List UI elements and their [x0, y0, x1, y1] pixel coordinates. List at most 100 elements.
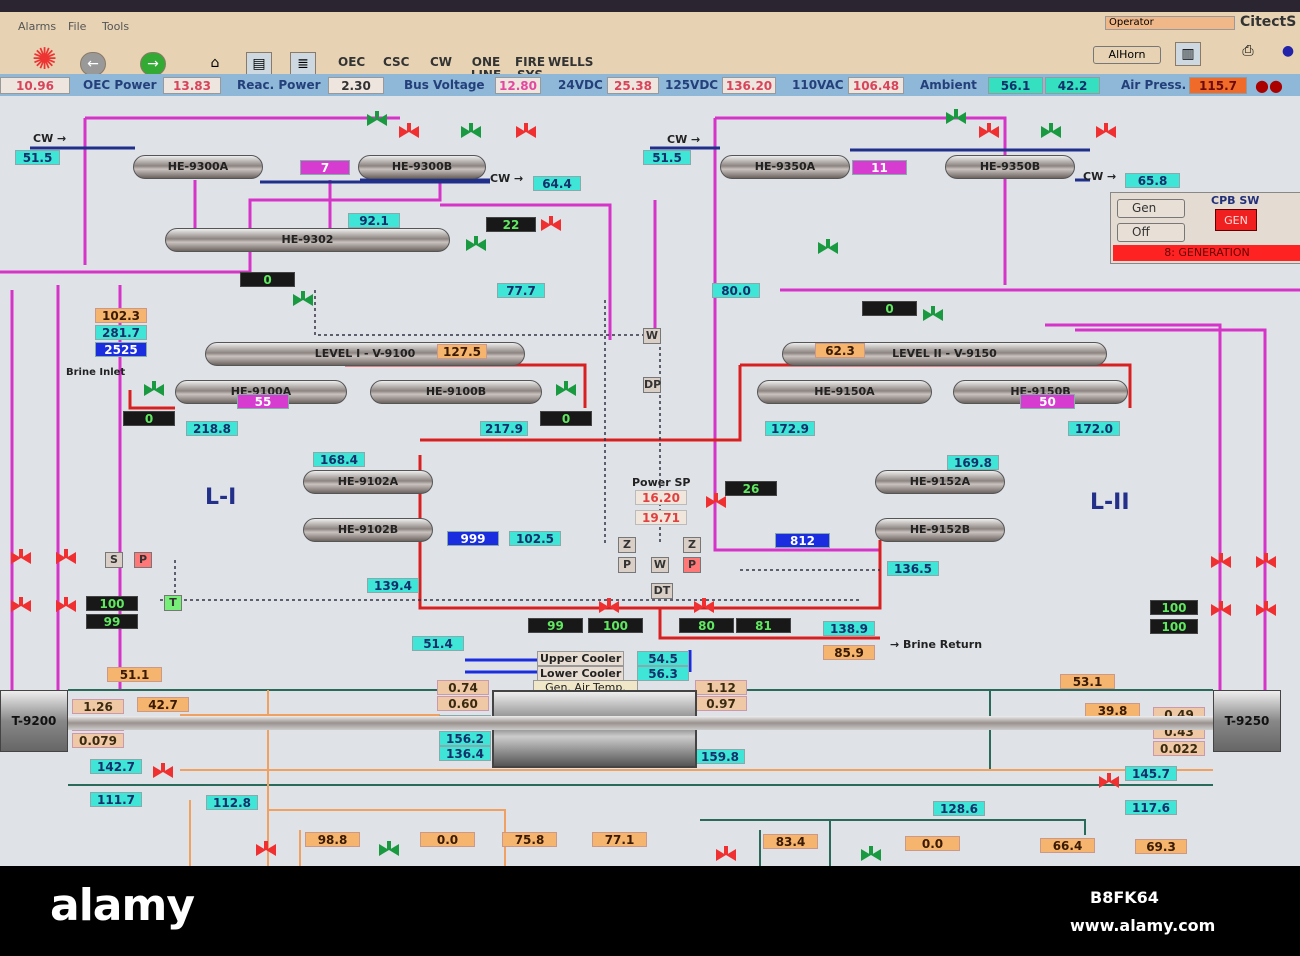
heat-exchanger[interactable]: HE-9152A [875, 470, 1005, 494]
heat-exchanger[interactable]: HE-9102B [303, 518, 433, 542]
valve-icon[interactable] [715, 845, 737, 863]
valve-icon[interactable] [10, 596, 32, 614]
upper-cooler-label: Upper Cooler [537, 651, 625, 666]
valve-icon[interactable] [143, 380, 165, 398]
cw-label: CW → [1083, 170, 1117, 183]
valve-icon[interactable] [465, 235, 487, 253]
reading-value: 217.9 [480, 421, 528, 436]
reading-value: 136.5 [887, 561, 939, 576]
valve-icon[interactable] [705, 492, 727, 510]
valve-icon[interactable] [817, 238, 839, 256]
reading-value: 51.5 [643, 150, 691, 165]
reading-value: 0.0 [420, 832, 475, 847]
reading-value: 98.8 [305, 832, 360, 847]
control-box[interactable]: Z [683, 537, 701, 553]
turbine-t9200[interactable]: T-9200 [0, 690, 68, 752]
control-box[interactable]: P [134, 552, 152, 568]
valve-icon[interactable] [378, 840, 400, 858]
control-box[interactable]: W [651, 557, 669, 573]
valve-icon[interactable] [1040, 122, 1062, 140]
reading-value: 145.7 [1125, 766, 1177, 781]
heat-exchanger[interactable]: HE-9350A [720, 155, 850, 179]
reading-value: 0.60 [437, 696, 489, 711]
reading-value: 0 [240, 272, 295, 287]
brine-inlet-label: Brine Inlet [66, 367, 126, 378]
valve-icon[interactable] [1210, 552, 1232, 570]
valve-icon[interactable] [292, 290, 314, 308]
alamy-logo: alamy [50, 880, 195, 931]
valve-icon[interactable] [460, 122, 482, 140]
valve-icon[interactable] [540, 215, 562, 233]
heat-exchanger[interactable]: HE-9300B [358, 155, 486, 179]
heat-exchanger[interactable]: HE-9302 [165, 228, 450, 252]
reading-value: 42.7 [137, 697, 189, 712]
reading-value: 218.8 [186, 421, 238, 436]
reading-value: 99 [528, 618, 583, 633]
reading-value: 26 [725, 481, 777, 496]
reading-value: 0 [540, 411, 592, 426]
valve-icon[interactable] [515, 122, 537, 140]
valve-icon[interactable] [860, 845, 882, 863]
valve-icon[interactable] [922, 305, 944, 323]
brine-return-label: → Brine Return [890, 638, 983, 651]
reading-value: 77.1 [592, 832, 647, 847]
reading-value: 999 [447, 531, 499, 546]
reading-value: 172.0 [1068, 421, 1120, 436]
valve-icon[interactable] [1210, 600, 1232, 618]
control-box[interactable]: W [643, 328, 661, 344]
reading-value: 53.1 [1060, 674, 1115, 689]
valve-icon[interactable] [1255, 552, 1277, 570]
heat-exchanger[interactable]: HE-9102A [303, 470, 433, 494]
reading-value: 62.3 [815, 343, 865, 358]
control-box[interactable]: P [618, 557, 636, 573]
heat-exchanger[interactable]: HE-9152B [875, 518, 1005, 542]
valve-icon[interactable] [55, 548, 77, 566]
control-box[interactable]: DP [643, 377, 661, 393]
reading-value: 100 [1150, 619, 1198, 634]
turbine-t9250[interactable]: T-9250 [1213, 690, 1281, 752]
reading-value: 0.97 [695, 696, 747, 711]
control-box[interactable]: DT [651, 583, 673, 599]
reading-value: 100 [588, 618, 643, 633]
reading-value: 64.4 [533, 176, 581, 191]
valve-icon[interactable] [55, 596, 77, 614]
lower-cooler-label: Lower Cooler [537, 666, 625, 681]
reading-value: 83.4 [763, 834, 818, 849]
valve-icon[interactable] [366, 110, 388, 128]
valve-icon[interactable] [555, 380, 577, 398]
reading-value: 11 [852, 160, 907, 175]
control-box[interactable]: P [683, 557, 701, 573]
valve-icon[interactable] [255, 840, 277, 858]
reading-value: 2525 [95, 342, 147, 357]
reading-value: 281.7 [95, 325, 147, 340]
reading-value: 0.0 [905, 836, 960, 851]
control-box[interactable]: Z [618, 537, 636, 553]
cw-label: CW → [33, 132, 67, 145]
valve-icon[interactable] [1098, 772, 1120, 790]
valve-icon[interactable] [1255, 600, 1277, 618]
off-button[interactable]: Off [1117, 223, 1185, 242]
valve-icon[interactable] [398, 122, 420, 140]
heat-exchanger[interactable]: HE-9100B [370, 380, 542, 404]
watermark-banner: alamy B8FK64 www.alamy.com [0, 866, 1300, 956]
reading-value: 812 [775, 533, 830, 548]
reading-value: 92.1 [348, 213, 400, 228]
valve-icon[interactable] [10, 548, 32, 566]
valve-icon[interactable] [693, 597, 715, 615]
control-box[interactable]: S [105, 552, 123, 568]
control-box[interactable]: T [164, 595, 182, 611]
valve-icon[interactable] [152, 762, 174, 780]
valve-icon[interactable] [1095, 122, 1117, 140]
watermark-id: B8FK64 [1090, 888, 1159, 907]
valve-icon[interactable] [598, 597, 620, 615]
heat-exchanger[interactable]: HE-9350B [945, 155, 1075, 179]
reading-value: 66.4 [1040, 838, 1095, 853]
valve-icon[interactable] [945, 108, 967, 126]
heat-exchanger[interactable]: HE-9150A [757, 380, 932, 404]
reading-value: 1.26 [72, 699, 124, 714]
heat-exchanger[interactable]: HE-9300A [133, 155, 263, 179]
valve-icon[interactable] [978, 122, 1000, 140]
reading-value: 159.8 [695, 749, 745, 764]
reading-value: 51.4 [412, 636, 464, 651]
gen-button[interactable]: Gen [1117, 199, 1185, 218]
